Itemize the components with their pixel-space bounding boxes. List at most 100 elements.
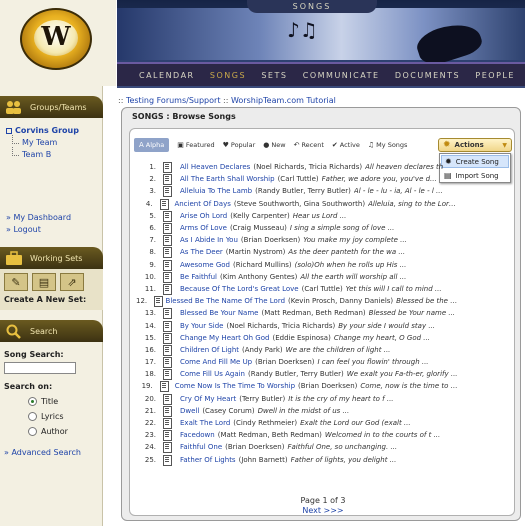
song-title-link[interactable]: All The Earth Shall Worship xyxy=(180,175,275,183)
song-authors: (Casey Corum) xyxy=(202,406,255,415)
tab-featured[interactable]: ▣ Featured xyxy=(177,141,214,149)
song-title-link[interactable]: Dwell xyxy=(180,407,199,415)
song-title-link[interactable]: Blessed Be The Name Of The Lord xyxy=(166,297,285,305)
song-sheet-icon[interactable] xyxy=(162,454,174,466)
song-sheet-icon[interactable] xyxy=(162,247,174,259)
tree-root-label[interactable]: Corvins Group xyxy=(15,126,79,135)
tree-item-team-b[interactable]: Team B xyxy=(6,147,99,159)
radio-title[interactable] xyxy=(28,397,37,406)
song-sheet-icon[interactable] xyxy=(162,418,174,430)
song-title-link[interactable]: Facedown xyxy=(180,431,215,439)
edit-set-icon[interactable]: ▤ xyxy=(32,273,56,291)
nav-people[interactable]: PEOPLE xyxy=(475,71,515,80)
song-search-label: Song Search: xyxy=(4,350,64,359)
create-new-set-label[interactable]: Create A New Set: xyxy=(4,295,99,304)
song-title-link[interactable]: Blessed Be Your Name xyxy=(180,309,258,317)
song-sheet-icon[interactable] xyxy=(159,198,169,210)
search-on-lyrics-option[interactable]: Lyrics xyxy=(28,412,99,421)
actions-button[interactable]: ✹ Actions ▼ xyxy=(438,138,512,152)
song-title-link[interactable]: As The Deer xyxy=(180,248,223,256)
song-title-link[interactable]: Faithful One xyxy=(180,443,222,451)
song-title-link[interactable]: All Heaven Declares xyxy=(180,163,250,171)
song-title-link[interactable]: By Your Side xyxy=(180,322,223,330)
tab-new[interactable]: ● New xyxy=(263,141,285,149)
song-title-link[interactable]: Because Of The Lord's Great Love xyxy=(180,285,299,293)
song-sheet-icon[interactable] xyxy=(162,442,174,454)
song-title-link[interactable]: Come Now Is The Time To Worship xyxy=(175,382,295,390)
nav-calendar[interactable]: CALENDAR xyxy=(139,71,195,80)
song-title-link[interactable]: Alleluia To The Lamb xyxy=(180,187,252,195)
logo[interactable]: W xyxy=(0,0,116,86)
next-page-link[interactable]: Next >>> xyxy=(130,506,516,516)
song-sheet-icon[interactable] xyxy=(153,296,164,308)
song-sheet-icon[interactable] xyxy=(162,308,174,320)
song-title-link[interactable]: As I Abide In You xyxy=(180,236,238,244)
new-set-icon[interactable]: ✎ xyxy=(4,273,28,291)
song-sheet-icon[interactable] xyxy=(162,344,174,356)
tab-recent[interactable]: ↶ Recent xyxy=(294,141,324,149)
song-sheet-icon[interactable] xyxy=(162,174,174,186)
song-sheet-icon[interactable] xyxy=(162,393,174,405)
song-row: 21. Dwell (Casey Corum) Dwell in the midst … xyxy=(136,405,458,417)
song-sheet-icon[interactable] xyxy=(162,332,174,344)
song-sheet-icon[interactable] xyxy=(162,283,174,295)
song-sheet-icon[interactable] xyxy=(159,381,169,393)
song-title-link[interactable]: Children Of Light xyxy=(180,346,239,354)
song-title-link[interactable]: Awesome God xyxy=(180,261,230,269)
song-title-link[interactable]: Come Fill Us Again xyxy=(180,370,245,378)
breadcrumb-testing-forums[interactable]: Testing Forums/Support xyxy=(126,96,221,105)
song-sheet-icon[interactable] xyxy=(162,357,174,369)
logout-link[interactable]: » Logout xyxy=(6,225,71,234)
song-sheet-icon[interactable] xyxy=(162,235,174,247)
tree-item-corvins-group[interactable]: Corvins Group xyxy=(6,126,99,135)
logo-w-glyph: W xyxy=(41,22,71,52)
song-title-link[interactable]: Ancient Of Days xyxy=(174,200,230,208)
song-title-link[interactable]: Change My Heart Oh God xyxy=(180,334,269,342)
tree-item-my-team[interactable]: My Team xyxy=(6,135,99,147)
song-lyric-preview: (solo)Oh when he rolls up His ... xyxy=(294,260,407,269)
song-title-link[interactable]: Be Faithful xyxy=(180,273,217,281)
song-row: 8. As The Deer (Martin Nystrom) As the deer… xyxy=(136,246,458,259)
song-title-link[interactable]: Arms Of Love xyxy=(180,224,227,232)
song-sheet-icon[interactable] xyxy=(162,430,174,442)
song-authors: (Kelly Carpenter) xyxy=(230,211,290,220)
nav-sets[interactable]: SETS xyxy=(261,71,287,80)
tab-popular[interactable]: ♥ Popular xyxy=(223,141,256,149)
search-on-author-option[interactable]: Author xyxy=(28,427,99,436)
panel-title: SONGS : Browse Songs xyxy=(132,112,236,121)
export-set-icon[interactable]: ⇗ xyxy=(60,273,84,291)
nav-documents[interactable]: DOCUMENTS xyxy=(395,71,460,80)
working-sets-title: Working Sets xyxy=(30,253,83,263)
tab-my-songs[interactable]: ♫ My Songs xyxy=(368,141,408,149)
song-sheet-icon[interactable] xyxy=(162,405,174,417)
song-row: 14. By Your Side (Noel Richards, Tricia Ri… xyxy=(136,319,458,332)
nav-songs[interactable]: SONGS xyxy=(210,71,246,80)
nav-communicate[interactable]: COMMUNICATE xyxy=(303,71,380,80)
tree-expand-icon[interactable] xyxy=(6,127,12,134)
song-row: 25. Father Of Lights (John Barnett) Father … xyxy=(136,454,458,466)
radio-author[interactable] xyxy=(28,427,37,436)
advanced-search-link[interactable]: » Advanced Search xyxy=(4,448,99,457)
song-sheet-icon[interactable] xyxy=(162,271,174,283)
song-title-link[interactable]: Come And Fill Me Up xyxy=(180,358,252,366)
song-sheet-icon[interactable] xyxy=(162,186,174,198)
radio-lyrics[interactable] xyxy=(28,412,37,421)
song-title-link[interactable]: Father Of Lights xyxy=(180,456,236,464)
breadcrumb-tutorial[interactable]: WorshipTeam.com Tutorial xyxy=(231,96,336,105)
song-title-link[interactable]: Arise Oh Lord xyxy=(180,212,227,220)
my-dashboard-link[interactable]: » My Dashboard xyxy=(6,213,71,222)
tab-active[interactable]: ✔ Active xyxy=(332,141,360,149)
song-title-link[interactable]: Exalt The Lord xyxy=(180,419,230,427)
song-sheet-icon[interactable] xyxy=(162,320,174,332)
search-on-title-option[interactable]: Title xyxy=(28,397,99,406)
song-sheet-icon[interactable] xyxy=(162,210,174,222)
song-search-input[interactable] xyxy=(4,362,76,374)
song-sheet-icon[interactable] xyxy=(162,369,174,381)
groups-tree: Corvins Group My Team Team B xyxy=(0,118,103,168)
song-title-link[interactable]: Cry Of My Heart xyxy=(180,395,236,403)
song-sheet-icon[interactable] xyxy=(162,162,174,174)
song-sheet-icon[interactable] xyxy=(162,223,174,235)
song-sheet-icon[interactable] xyxy=(162,259,174,271)
tab-alpha[interactable]: A Alpha xyxy=(134,138,170,152)
song-row: 1. All Heaven Declares (Noel Richards, Tri… xyxy=(136,161,458,174)
